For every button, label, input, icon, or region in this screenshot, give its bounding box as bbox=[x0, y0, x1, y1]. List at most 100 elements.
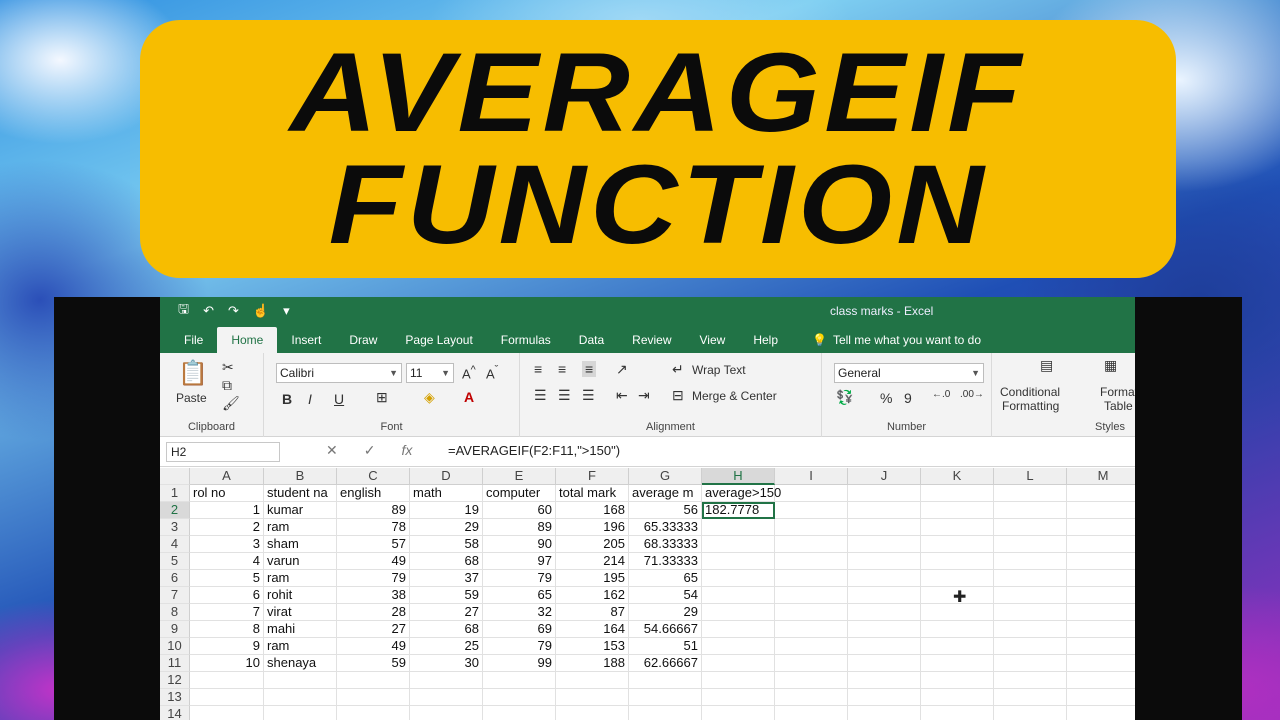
orientation-icon[interactable]: ↗ bbox=[616, 361, 628, 378]
cell[interactable] bbox=[921, 536, 994, 553]
cell[interactable] bbox=[483, 706, 556, 720]
cell[interactable]: average>150 bbox=[702, 485, 781, 502]
bottom-align-icon[interactable]: ≡ bbox=[582, 361, 597, 377]
cell[interactable]: 57 bbox=[337, 536, 410, 553]
conditional-formatting-icon[interactable]: ▤ bbox=[1040, 357, 1053, 374]
tab-draw[interactable]: Draw bbox=[335, 327, 391, 353]
cell[interactable] bbox=[629, 689, 702, 706]
cell[interactable] bbox=[848, 689, 921, 706]
row-header[interactable]: 6 bbox=[160, 570, 190, 587]
cell[interactable] bbox=[921, 689, 994, 706]
copy-icon[interactable]: ⧉ bbox=[222, 377, 232, 394]
cell[interactable]: computer bbox=[483, 485, 556, 502]
row-header[interactable]: 3 bbox=[160, 519, 190, 536]
cell[interactable]: 4 bbox=[190, 553, 264, 570]
cell[interactable]: 28 bbox=[337, 604, 410, 621]
cell[interactable] bbox=[702, 672, 775, 689]
cell[interactable] bbox=[921, 570, 994, 587]
cell[interactable]: 56 bbox=[629, 502, 702, 519]
cell[interactable] bbox=[1067, 621, 1135, 638]
cell[interactable]: 164 bbox=[556, 621, 629, 638]
cell[interactable] bbox=[337, 706, 410, 720]
cell[interactable] bbox=[994, 587, 1067, 604]
cell[interactable]: 5 bbox=[190, 570, 264, 587]
top-align-icon[interactable]: ≡ bbox=[534, 361, 542, 377]
cell[interactable] bbox=[921, 485, 994, 502]
cell[interactable] bbox=[775, 689, 848, 706]
cell[interactable] bbox=[1067, 570, 1135, 587]
cell[interactable]: 153 bbox=[556, 638, 629, 655]
increase-indent-icon[interactable]: ⇥ bbox=[638, 387, 650, 404]
row-header[interactable]: 2 bbox=[160, 502, 190, 519]
decrease-decimal-icon[interactable]: .00→ bbox=[960, 389, 984, 400]
customize-qat-icon[interactable]: ▾ bbox=[283, 303, 290, 319]
fill-color-icon[interactable]: ◈ bbox=[424, 389, 435, 406]
row-header[interactable]: 9 bbox=[160, 621, 190, 638]
cell[interactable]: 79 bbox=[337, 570, 410, 587]
cell[interactable]: 162 bbox=[556, 587, 629, 604]
cell[interactable]: 49 bbox=[337, 553, 410, 570]
cell[interactable] bbox=[702, 570, 775, 587]
cell[interactable]: virat bbox=[264, 604, 337, 621]
cell[interactable]: 10 bbox=[190, 655, 264, 672]
tab-insert[interactable]: Insert bbox=[277, 327, 335, 353]
cell[interactable] bbox=[775, 638, 848, 655]
cell[interactable]: 65 bbox=[629, 570, 702, 587]
column-header-b[interactable]: B bbox=[264, 468, 337, 485]
cell[interactable] bbox=[1067, 638, 1135, 655]
number-format-select[interactable]: General ▼ bbox=[834, 363, 984, 383]
cell[interactable]: math bbox=[410, 485, 483, 502]
cell[interactable]: 79 bbox=[483, 570, 556, 587]
cell[interactable]: 97 bbox=[483, 553, 556, 570]
format-table-line-1[interactable]: Format bbox=[1100, 385, 1135, 399]
cell[interactable] bbox=[994, 672, 1067, 689]
row-header[interactable]: 4 bbox=[160, 536, 190, 553]
cell[interactable] bbox=[994, 570, 1067, 587]
cell[interactable] bbox=[848, 621, 921, 638]
lightbulb-icon[interactable]: 💡 bbox=[812, 327, 827, 353]
cell[interactable]: 196 bbox=[556, 519, 629, 536]
cell[interactable] bbox=[410, 706, 483, 720]
font-color-icon[interactable]: A bbox=[464, 389, 474, 405]
cell[interactable] bbox=[921, 638, 994, 655]
paste-icon[interactable]: 📋 bbox=[178, 359, 208, 388]
cell[interactable] bbox=[775, 485, 848, 502]
cell[interactable]: 188 bbox=[556, 655, 629, 672]
cell[interactable] bbox=[994, 553, 1067, 570]
tab-file[interactable]: File bbox=[170, 327, 217, 353]
cell[interactable] bbox=[994, 706, 1067, 720]
cell[interactable]: 54.66667 bbox=[629, 621, 702, 638]
column-header-j[interactable]: J bbox=[848, 468, 921, 485]
row-header[interactable]: 12 bbox=[160, 672, 190, 689]
font-size-select[interactable]: 11 ▼ bbox=[406, 363, 454, 383]
cell[interactable] bbox=[1067, 706, 1135, 720]
cell[interactable] bbox=[702, 638, 775, 655]
font-name-select[interactable]: Calibri ▼ bbox=[276, 363, 402, 383]
cell[interactable]: 62.66667 bbox=[629, 655, 702, 672]
cell[interactable] bbox=[994, 655, 1067, 672]
cell[interactable] bbox=[775, 672, 848, 689]
cell[interactable] bbox=[702, 536, 775, 553]
row-header[interactable]: 7 bbox=[160, 587, 190, 604]
cell[interactable] bbox=[775, 519, 848, 536]
cell[interactable] bbox=[848, 536, 921, 553]
insert-function-icon[interactable]: fx bbox=[401, 442, 412, 459]
cell[interactable] bbox=[1067, 587, 1135, 604]
save-icon[interactable]: 🖫 bbox=[178, 300, 189, 322]
tab-formulas[interactable]: Formulas bbox=[487, 327, 565, 353]
underline-button[interactable]: U bbox=[334, 391, 344, 407]
cell[interactable] bbox=[1067, 553, 1135, 570]
cell[interactable] bbox=[848, 570, 921, 587]
cell[interactable] bbox=[1067, 519, 1135, 536]
cell[interactable] bbox=[921, 706, 994, 720]
cell[interactable]: 89 bbox=[337, 502, 410, 519]
cancel-icon[interactable]: ✕ bbox=[326, 442, 338, 459]
cell[interactable] bbox=[190, 689, 264, 706]
cell[interactable]: 37 bbox=[410, 570, 483, 587]
cell[interactable]: total mark bbox=[556, 485, 629, 502]
cell[interactable]: english bbox=[337, 485, 410, 502]
cell[interactable] bbox=[994, 485, 1067, 502]
cell[interactable] bbox=[848, 638, 921, 655]
cell[interactable]: 1 bbox=[190, 502, 264, 519]
cell[interactable] bbox=[994, 502, 1067, 519]
